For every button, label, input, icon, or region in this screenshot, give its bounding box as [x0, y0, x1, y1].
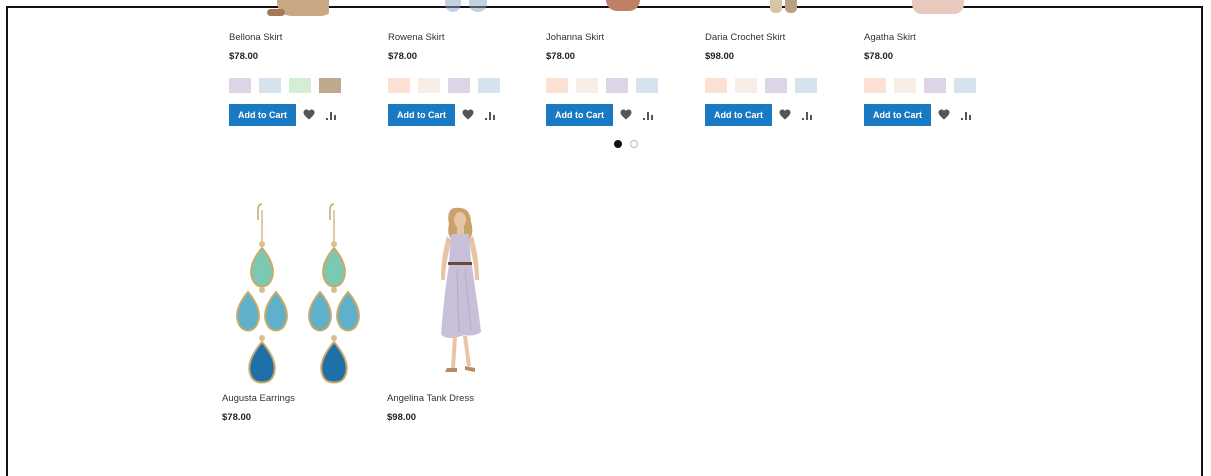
product-price: $78.00 — [222, 412, 252, 423]
product-name[interactable]: Bellona Skirt — [229, 32, 282, 43]
color-swatch[interactable] — [319, 78, 341, 93]
color-swatch[interactable] — [765, 78, 787, 93]
product-price: $78.00 — [388, 51, 418, 62]
product-price: $78.00 — [229, 51, 259, 62]
wishlist-heart-icon[interactable] — [462, 108, 476, 122]
add-to-cart-button[interactable]: Add to Cart — [705, 104, 772, 126]
color-swatch[interactable] — [864, 78, 886, 93]
add-to-cart-button[interactable]: Add to Cart — [229, 104, 296, 126]
product-image-dress[interactable] — [387, 200, 537, 385]
color-swatch[interactable] — [924, 78, 946, 93]
compare-icon[interactable] — [485, 108, 499, 122]
color-swatch[interactable] — [705, 78, 727, 93]
color-swatch[interactable] — [546, 78, 568, 93]
color-swatch[interactable] — [636, 78, 658, 93]
color-swatch[interactable] — [229, 78, 251, 93]
color-swatch[interactable] — [894, 78, 916, 93]
product-price: $78.00 — [864, 51, 894, 62]
color-swatch[interactable] — [289, 78, 311, 93]
color-swatch[interactable] — [954, 78, 976, 93]
wishlist-heart-icon[interactable] — [779, 108, 793, 122]
color-swatch[interactable] — [448, 78, 470, 93]
product-card[interactable]: Angelina Tank Dress $98.00 — [387, 200, 537, 430]
wishlist-heart-icon[interactable] — [620, 108, 634, 122]
add-to-cart-button[interactable]: Add to Cart — [546, 104, 613, 126]
product-image[interactable] — [443, 0, 493, 20]
wishlist-heart-icon[interactable] — [938, 108, 952, 122]
product-name[interactable]: Johanna Skirt — [546, 32, 604, 43]
product-price: $98.00 — [705, 51, 735, 62]
product-name[interactable]: Angelina Tank Dress — [387, 393, 474, 404]
add-to-cart-button[interactable]: Add to Cart — [864, 104, 931, 126]
color-swatch[interactable] — [418, 78, 440, 93]
compare-icon[interactable] — [326, 108, 340, 122]
color-swatch[interactable] — [795, 78, 817, 93]
product-image[interactable] — [894, 0, 964, 20]
color-swatch[interactable] — [606, 78, 628, 93]
product-image[interactable] — [735, 0, 805, 20]
wishlist-heart-icon[interactable] — [303, 108, 317, 122]
product-image[interactable] — [576, 0, 646, 20]
product-name[interactable]: Rowena Skirt — [388, 32, 445, 43]
compare-icon[interactable] — [802, 108, 816, 122]
product-price: $78.00 — [546, 51, 576, 62]
carousel-dot-1[interactable] — [614, 140, 622, 148]
compare-icon[interactable] — [961, 108, 975, 122]
product-name[interactable]: Augusta Earrings — [222, 393, 295, 404]
product-name[interactable]: Daria Crochet Skirt — [705, 32, 785, 43]
compare-icon[interactable] — [643, 108, 657, 122]
product-image-earrings[interactable] — [222, 200, 372, 385]
color-swatch[interactable] — [388, 78, 410, 93]
color-swatch[interactable] — [259, 78, 281, 93]
color-swatch[interactable] — [576, 78, 598, 93]
product-name[interactable]: Agatha Skirt — [864, 32, 916, 43]
color-swatch[interactable] — [735, 78, 757, 93]
product-image[interactable] — [259, 0, 329, 20]
add-to-cart-button[interactable]: Add to Cart — [388, 104, 455, 126]
color-swatch[interactable] — [478, 78, 500, 93]
page-frame — [6, 6, 1203, 476]
product-card[interactable]: Augusta Earrings $78.00 — [222, 200, 372, 430]
product-price: $98.00 — [387, 412, 417, 423]
carousel-dot-2[interactable] — [630, 140, 638, 148]
